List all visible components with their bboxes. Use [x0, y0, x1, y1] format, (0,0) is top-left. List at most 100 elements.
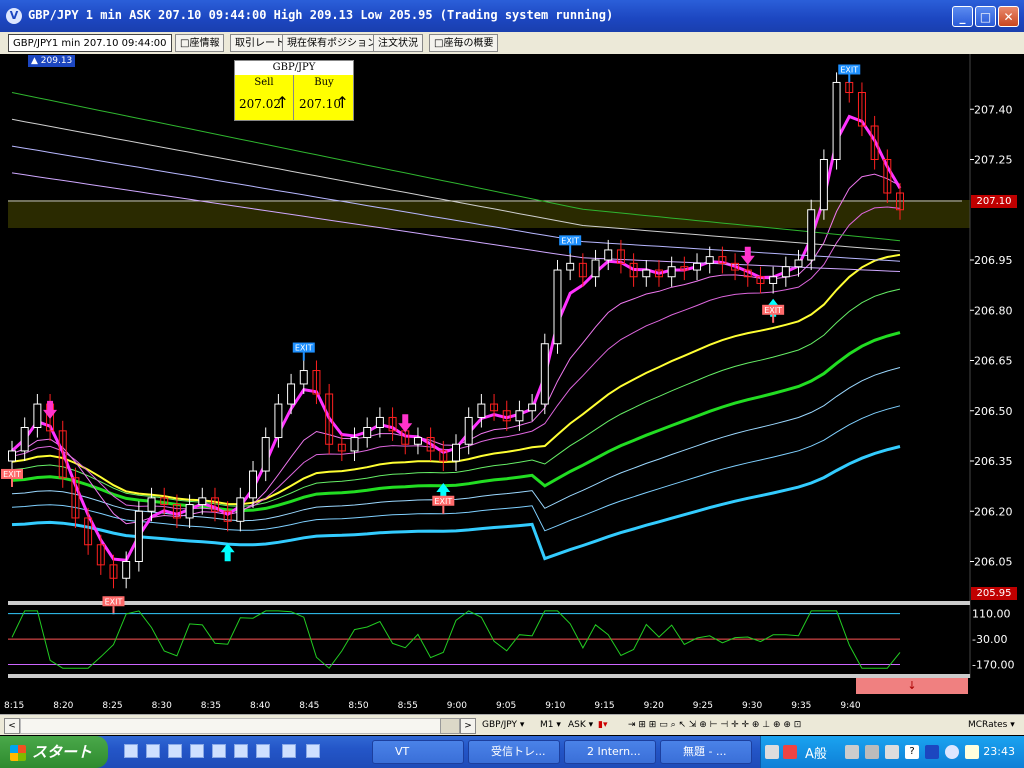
tab-account-info[interactable]: □座情報 [175, 34, 225, 52]
x-tick-label: 8:15 [4, 701, 24, 711]
candle-body [769, 276, 778, 284]
tab-trading-rates[interactable]: 取引レート [230, 34, 290, 52]
scroll-left-button[interactable]: < [4, 718, 20, 734]
sell-label: Sell [254, 77, 274, 88]
taskbar-item-paint[interactable]: 無題 - ... [660, 740, 752, 764]
order-tool-icon[interactable]: ▮▾ [598, 718, 607, 732]
quick-launch-icon[interactable] [256, 744, 270, 758]
quick-launch-icon[interactable] [234, 744, 248, 758]
candle-body [604, 249, 613, 261]
candle-body [249, 470, 258, 499]
candle-body [819, 159, 828, 211]
sell-column[interactable]: Sell 207.02 ↑ [235, 75, 294, 121]
candle-body [413, 437, 422, 445]
rates-select[interactable]: MCRates ▾ [968, 718, 1015, 732]
maximize-button[interactable]: □ [975, 6, 996, 27]
tray-tool-icon[interactable] [865, 745, 879, 759]
vt-logo-icon[interactable] [945, 745, 959, 759]
quick-launch-icon[interactable] [212, 744, 226, 758]
x-tick-label: 8:50 [348, 701, 368, 711]
price-chart[interactable]: EXIT EXIT EXIT EXIT EXIT EXIT EXIT 207.40 207.2… [0, 54, 1024, 714]
taskbar-item-vt[interactable]: VT [372, 740, 464, 764]
chart-window[interactable]: EXIT EXIT EXIT EXIT EXIT EXIT EXIT 207.40 207.2… [0, 54, 1024, 714]
tray-expand-icon[interactable] [925, 745, 939, 759]
oscillator-pane: 110.00 -30.00 -170.00 [8, 608, 1014, 672]
ime-icon[interactable] [783, 745, 797, 759]
candle-body [528, 403, 537, 412]
settings-icon[interactable] [845, 745, 859, 759]
quick-launch-icon[interactable] [306, 744, 320, 758]
tab-account-summary[interactable]: □座毎の概要 [429, 34, 499, 52]
close-button[interactable]: ✕ [998, 6, 1019, 27]
x-tick-label: 9:25 [693, 701, 713, 711]
candle-body [236, 497, 245, 522]
symbol-select[interactable]: GBP/JPY ▾ [482, 718, 524, 732]
x-tick-label: 8:30 [152, 701, 172, 711]
taskbar-item-mail[interactable]: 受信トレ... [468, 740, 560, 764]
y-axis: 207.40 207.25 206.95 206.80 206.65 206.50 206.… [970, 103, 1013, 569]
scrollbar-thumb[interactable] [440, 718, 460, 734]
buy-column[interactable]: Buy 207.10 ↑ [295, 75, 353, 121]
x-tick-label: 9:15 [594, 701, 614, 711]
help-icon[interactable]: ? [905, 745, 919, 759]
chart-toolbar: < > GBP/JPY ▾ M1 ▾ ASK ▾ ▮▾ ⇥ ⊞ ⊞ ▭ ⌕ ↖ … [0, 714, 1024, 735]
candle-body [8, 450, 16, 462]
candle-body [20, 427, 29, 452]
candle-body [477, 403, 486, 418]
x-axis: 8:15 8:20 8:25 8:30 8:35 8:40 8:45 8:50 8:55 9:00… [4, 701, 861, 711]
quick-launch-icon[interactable] [282, 744, 296, 758]
candle-body [363, 427, 372, 439]
x-tick-label: 9:30 [742, 701, 762, 711]
ime-mode-label[interactable]: A般 [805, 743, 827, 762]
x-tick-label: 9:05 [496, 701, 516, 711]
oscillator-level-label: -30.00 [972, 633, 1007, 646]
x-tick-label: 8:45 [299, 701, 319, 711]
quote-panel[interactable]: GBP/JPY Sell 207.02 ↑ Buy 207.10 ↑ [234, 60, 354, 121]
volume-icon[interactable] [965, 745, 979, 759]
x-tick-label: 9:35 [791, 701, 811, 711]
quick-launch-icon[interactable] [168, 744, 182, 758]
chart-tool-icons[interactable]: ⇥ ⊞ ⊞ ▭ ⌕ ↖ ⇲ ⊕ ⊢ ⊣ ✛ ✛ ⊕ ⊥ ⊕ ⊕ ⊡ [628, 718, 801, 732]
quick-launch-icon[interactable] [124, 744, 138, 758]
exit-label: EXIT [3, 470, 21, 479]
high-price-value: 209.13 [40, 56, 73, 66]
taskbar-item-browser[interactable]: 2 Intern... [564, 740, 656, 764]
buy-label: Buy [314, 77, 334, 88]
candle-body [553, 269, 562, 345]
scroll-right-button[interactable]: > [460, 718, 476, 734]
pane-separator [8, 601, 970, 605]
x-tick-label: 8:20 [53, 701, 73, 711]
y-tick-label: 207.40 [974, 103, 1013, 116]
x-tick-label: 9:00 [447, 701, 467, 711]
quick-launch-icon[interactable] [190, 744, 204, 758]
candle-body [693, 262, 702, 271]
y-tick-label: 206.20 [974, 505, 1013, 518]
candle-body [591, 259, 600, 278]
candle-body [134, 510, 143, 562]
candle-body [147, 497, 156, 512]
oscillator-level-label: 110.00 [972, 608, 1011, 621]
window-title-bar[interactable]: V GBP/JPY 1 min ASK 207.10 09:44:00 High… [0, 0, 1024, 32]
ie-icon[interactable] [146, 744, 160, 758]
x-tick-label: 9:10 [545, 701, 565, 711]
horizontal-scrollbar-track[interactable] [20, 718, 452, 734]
candle-body [705, 256, 714, 264]
candle-body [452, 443, 460, 462]
windows-logo-icon [10, 744, 26, 761]
price-type-select[interactable]: ASK ▾ [568, 718, 593, 732]
minimize-button[interactable]: _ [952, 6, 973, 27]
tray-tool-icon[interactable] [885, 745, 899, 759]
keyboard-icon[interactable] [765, 745, 779, 759]
candle-body [566, 262, 575, 271]
exit-label: EXIT [840, 66, 858, 75]
tab-chart[interactable]: GBP/JPY1 min 207.10 09:44:00 [8, 34, 172, 52]
candle-body [198, 497, 207, 506]
start-label: スタート [32, 743, 93, 761]
start-button[interactable]: スタート [0, 736, 108, 768]
up-arrow-icon: ↑ [335, 93, 349, 112]
tab-current-positions[interactable]: 現在保有ポジション [282, 34, 382, 52]
y-tick-label: 206.95 [974, 254, 1013, 267]
tab-order-status[interactable]: 注文状況 [373, 34, 423, 52]
exit-label: EXIT [295, 344, 313, 353]
timeframe-select[interactable]: M1 ▾ [540, 718, 561, 732]
